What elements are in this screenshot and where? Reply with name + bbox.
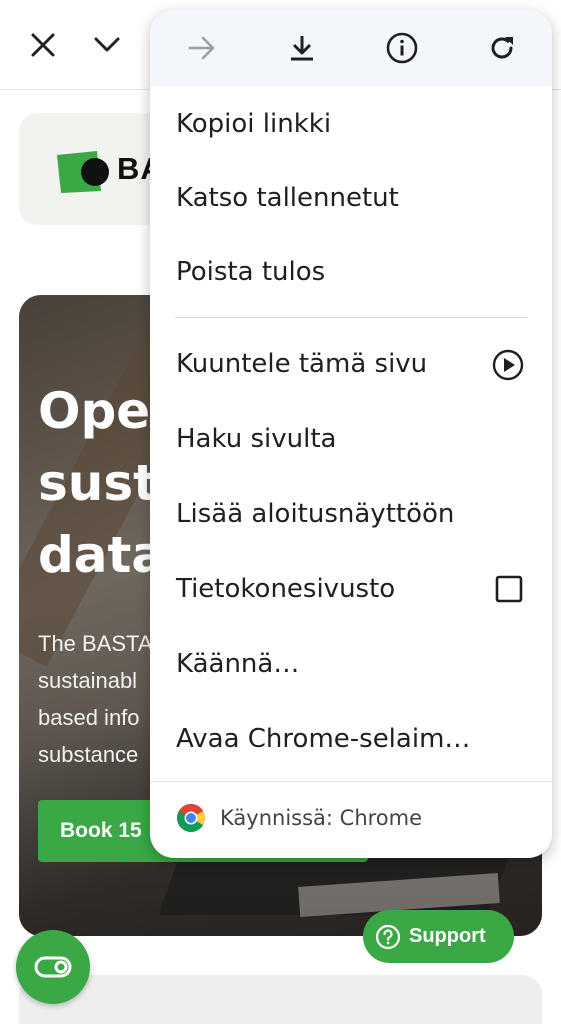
menu-item-find-in-page[interactable]: Haku sivulta bbox=[150, 402, 552, 476]
menu-item-label: Katso tallennetut bbox=[176, 183, 399, 213]
support-label: Support bbox=[409, 925, 486, 947]
accessibility-toggle-button[interactable] bbox=[16, 930, 90, 1004]
menu-item-translate[interactable]: Käännä… bbox=[150, 627, 552, 701]
forward-arrow-icon[interactable] bbox=[182, 28, 222, 68]
menu-footer-powered-by: Käynnissä: Chrome bbox=[150, 782, 552, 854]
menu-divider bbox=[175, 317, 527, 318]
menu-item-saved[interactable]: Katso tallennetut bbox=[150, 161, 552, 235]
menu-item-listen-page[interactable]: Kuuntele tämä sivu bbox=[150, 327, 552, 401]
browser-overflow-menu: Kopioi linkki Katso tallennetut Poista t… bbox=[150, 10, 552, 858]
menu-item-label: Haku sivulta bbox=[176, 424, 337, 454]
menu-item-label: Käännä… bbox=[176, 649, 300, 679]
menu-item-remove-result[interactable]: Poista tulos bbox=[150, 235, 552, 309]
menu-item-label: Kuuntele tämä sivu bbox=[176, 349, 428, 379]
screen: BA Oper sust data The BASTA sustainabl b… bbox=[0, 0, 561, 1024]
chrome-logo-icon bbox=[177, 804, 205, 832]
toggle-icon bbox=[34, 956, 72, 978]
menu-action-row bbox=[150, 10, 552, 86]
download-icon[interactable] bbox=[282, 28, 322, 68]
menu-item-copy-link[interactable]: Kopioi linkki bbox=[150, 87, 552, 161]
menu-footer-label: Käynnissä: Chrome bbox=[220, 806, 423, 830]
menu-item-label: Lisää aloitusnäyttöön bbox=[176, 499, 455, 529]
menu-item-label: Tietokonesivusto bbox=[176, 574, 396, 604]
menu-item-label: Avaa Chrome-selaim… bbox=[176, 724, 471, 754]
info-icon[interactable] bbox=[382, 28, 422, 68]
support-button[interactable]: Support bbox=[363, 910, 514, 963]
menu-item-desktop-site[interactable]: Tietokonesivusto bbox=[150, 552, 552, 626]
refresh-icon[interactable] bbox=[482, 28, 522, 68]
play-circle-icon bbox=[492, 349, 524, 381]
basta-logo-icon bbox=[57, 151, 109, 193]
menu-item-open-in-chrome[interactable]: Avaa Chrome-selaim… bbox=[150, 702, 552, 776]
menu-item-label: Kopioi linkki bbox=[176, 109, 332, 139]
desktop-site-checkbox[interactable] bbox=[494, 574, 524, 604]
menu-item-label: Poista tulos bbox=[176, 257, 326, 287]
next-section-card bbox=[19, 975, 542, 1024]
menu-item-add-to-home[interactable]: Lisää aloitusnäyttöön bbox=[150, 477, 552, 551]
help-circle-icon bbox=[375, 924, 401, 949]
close-icon[interactable] bbox=[22, 24, 64, 66]
chevron-down-icon[interactable] bbox=[86, 24, 128, 66]
